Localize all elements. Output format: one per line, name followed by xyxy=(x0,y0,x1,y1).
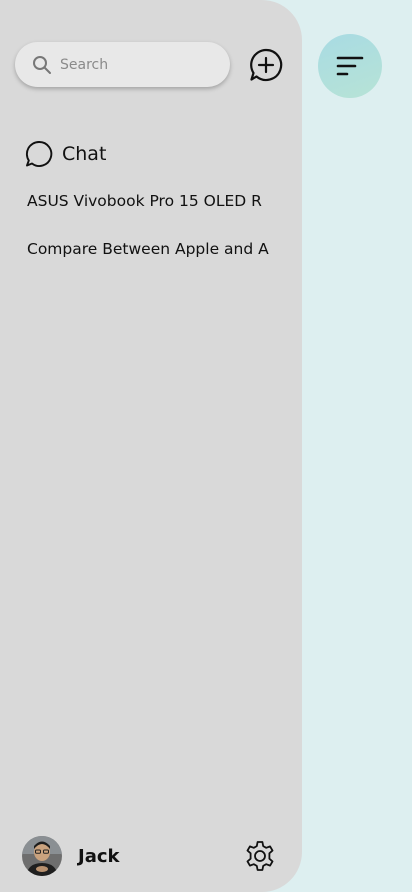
filter-menu-icon xyxy=(336,56,364,76)
search-input[interactable] xyxy=(60,42,220,87)
chat-section-title: Chat xyxy=(62,143,107,165)
menu-button[interactable] xyxy=(318,34,382,98)
new-chat-button[interactable] xyxy=(248,47,284,83)
chat-history-item[interactable]: ASUS Vivobook Pro 15 OLED R xyxy=(27,189,287,213)
chat-bubble-icon xyxy=(25,141,53,167)
chat-section-header: Chat xyxy=(25,139,106,169)
search-icon xyxy=(33,56,51,74)
search-bar[interactable] xyxy=(15,42,230,87)
user-profile[interactable]: Jack xyxy=(22,836,119,876)
side-drawer: Chat ASUS Vivobook Pro 15 OLED R Compare… xyxy=(0,0,302,892)
app-screen: Chat ASUS Vivobook Pro 15 OLED R Compare… xyxy=(0,0,412,892)
gear-icon[interactable] xyxy=(243,839,277,873)
avatar xyxy=(22,836,62,876)
user-name: Jack xyxy=(78,845,120,867)
chat-history-item[interactable]: Compare Between Apple and A xyxy=(27,237,287,261)
